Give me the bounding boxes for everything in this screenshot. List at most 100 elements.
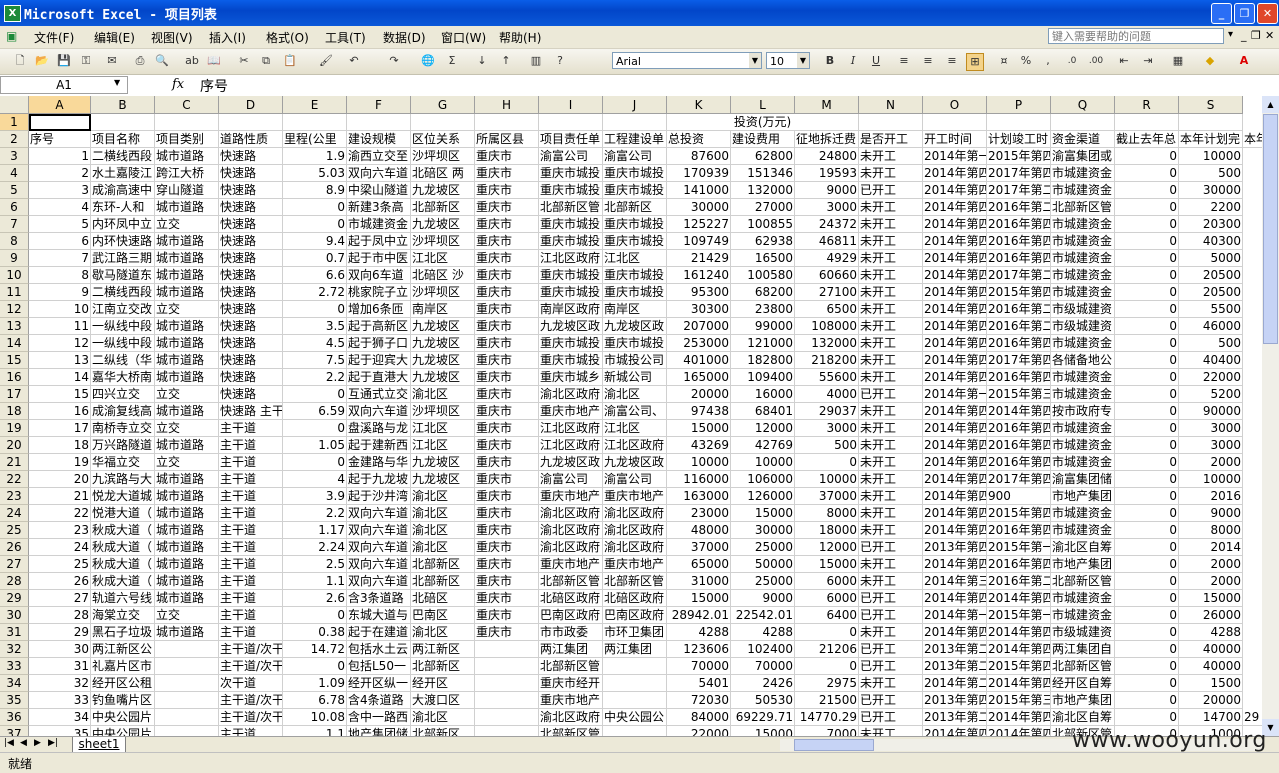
row-header[interactable]: 33: [0, 658, 29, 675]
cell[interactable]: [91, 114, 155, 131]
table-cell[interactable]: 42769: [731, 437, 795, 454]
table-cell[interactable]: 重庆市: [475, 250, 539, 267]
table-cell[interactable]: 30000: [731, 522, 795, 539]
table-cell[interactable]: 已开工: [859, 539, 923, 556]
cell[interactable]: [411, 114, 475, 131]
table-cell[interactable]: 0: [1115, 335, 1179, 352]
table-cell[interactable]: 主干道/次干: [219, 641, 283, 658]
header-cell[interactable]: 截止去年总: [1115, 131, 1179, 148]
table-cell[interactable]: 2014年第四: [923, 301, 987, 318]
table-cell[interactable]: 2014年第四: [923, 165, 987, 182]
table-cell[interactable]: 4.5: [283, 335, 347, 352]
table-cell[interactable]: 渝北区政府: [603, 505, 667, 522]
row-header[interactable]: 26: [0, 539, 29, 556]
table-cell[interactable]: 6500: [795, 301, 859, 318]
table-cell[interactable]: 未开工: [859, 437, 923, 454]
table-cell[interactable]: 2013年第二: [923, 709, 987, 726]
table-cell[interactable]: 55600: [795, 369, 859, 386]
percent-icon[interactable]: %: [1018, 53, 1034, 69]
table-cell[interactable]: 7000: [795, 726, 859, 736]
table-cell[interactable]: 97438: [667, 403, 731, 420]
table-cell[interactable]: 重庆市: [475, 471, 539, 488]
table-cell[interactable]: 182800: [731, 352, 795, 369]
table-cell[interactable]: 渝北区: [411, 522, 475, 539]
table-cell[interactable]: 0: [1115, 352, 1179, 369]
table-cell[interactable]: 新建3条高: [347, 199, 411, 216]
table-cell[interactable]: 水土嘉陵江: [91, 165, 155, 182]
scroll-thumb[interactable]: [1263, 114, 1278, 344]
table-cell[interactable]: 未开工: [859, 488, 923, 505]
copy-icon[interactable]: ⧉: [258, 53, 274, 69]
table-cell[interactable]: 海棠立交: [91, 607, 155, 624]
table-cell[interactable]: 2016: [1179, 488, 1243, 505]
table-cell[interactable]: 1.1: [283, 573, 347, 590]
table-cell[interactable]: 新城公司: [603, 369, 667, 386]
table-cell[interactable]: 5.03: [283, 165, 347, 182]
redo-icon[interactable]: ↷: [386, 53, 402, 69]
table-cell[interactable]: 东环-人和: [91, 199, 155, 216]
table-cell[interactable]: 沙坪坝区: [411, 403, 475, 420]
table-cell[interactable]: 市城建资金: [1051, 505, 1115, 522]
table-cell[interactable]: 重庆市: [475, 233, 539, 250]
table-cell[interactable]: 151346: [731, 165, 795, 182]
bold-icon[interactable]: B: [822, 53, 838, 69]
table-cell[interactable]: 2015年第三: [987, 692, 1051, 709]
table-cell[interactable]: 102400: [731, 641, 795, 658]
table-cell[interactable]: 2014年第四: [923, 726, 987, 736]
table-cell[interactable]: 3000: [795, 420, 859, 437]
table-cell[interactable]: 15000: [731, 726, 795, 736]
table-cell[interactable]: 0: [1115, 607, 1179, 624]
table-cell[interactable]: 20500: [1179, 284, 1243, 301]
table-cell[interactable]: 市城建资金: [347, 216, 411, 233]
table-cell[interactable]: 0: [1115, 250, 1179, 267]
cell[interactable]: [1179, 114, 1243, 131]
table-cell[interactable]: 108000: [795, 318, 859, 335]
table-cell[interactable]: 2014年第四: [923, 284, 987, 301]
table-cell[interactable]: 江北区: [411, 437, 475, 454]
table-cell[interactable]: 二横线西段: [91, 148, 155, 165]
table-cell[interactable]: 北部新区: [411, 199, 475, 216]
table-cell[interactable]: 14700: [1179, 709, 1243, 726]
table-cell[interactable]: 重庆市城投: [603, 182, 667, 199]
help-icon[interactable]: ?: [552, 53, 568, 69]
table-cell[interactable]: 24: [29, 539, 91, 556]
table-cell[interactable]: 经开区公租: [91, 675, 155, 692]
table-cell[interactable]: 0: [1115, 573, 1179, 590]
table-cell[interactable]: 500: [1179, 165, 1243, 182]
table-cell[interactable]: 起于沙井湾: [347, 488, 411, 505]
table-cell[interactable]: [155, 726, 219, 736]
table-cell[interactable]: 城市道路: [155, 352, 219, 369]
table-cell[interactable]: 99000: [731, 318, 795, 335]
table-cell[interactable]: 2013年第四: [923, 539, 987, 556]
table-cell[interactable]: 68401: [731, 403, 795, 420]
table-cell[interactable]: 23000: [667, 505, 731, 522]
table-cell[interactable]: 市城建资金: [1051, 386, 1115, 403]
table-cell[interactable]: 2014年第四: [987, 590, 1051, 607]
table-cell[interactable]: 渝北区政府: [539, 505, 603, 522]
table-cell[interactable]: 重庆市城投: [603, 267, 667, 284]
table-cell[interactable]: 起于高新区: [347, 318, 411, 335]
cell[interactable]: [1051, 114, 1115, 131]
row-header[interactable]: 30: [0, 607, 29, 624]
table-cell[interactable]: 渝北区政府: [603, 522, 667, 539]
table-cell[interactable]: [603, 692, 667, 709]
permission-icon[interactable]: ⚿: [78, 53, 94, 69]
table-cell[interactable]: 立交: [155, 216, 219, 233]
row-header[interactable]: 15: [0, 352, 29, 369]
table-cell[interactable]: 2014年第四: [923, 403, 987, 420]
row-header[interactable]: 16: [0, 369, 29, 386]
table-cell[interactable]: 市级城建资: [1051, 318, 1115, 335]
table-cell[interactable]: 已开工: [859, 641, 923, 658]
table-cell[interactable]: 包括L50一: [347, 658, 411, 675]
table-cell[interactable]: 4: [29, 199, 91, 216]
table-cell[interactable]: 巴南区政府: [539, 607, 603, 624]
table-cell[interactable]: 28: [29, 607, 91, 624]
table-cell[interactable]: 30000: [667, 199, 731, 216]
table-cell[interactable]: 未开工: [859, 675, 923, 692]
align-left-icon[interactable]: ≡: [896, 53, 912, 69]
table-cell[interactable]: 95300: [667, 284, 731, 301]
cell[interactable]: [475, 114, 539, 131]
table-cell[interactable]: 4929: [795, 250, 859, 267]
table-cell[interactable]: 2014年第四: [923, 420, 987, 437]
table-cell[interactable]: 北部新区: [411, 726, 475, 736]
